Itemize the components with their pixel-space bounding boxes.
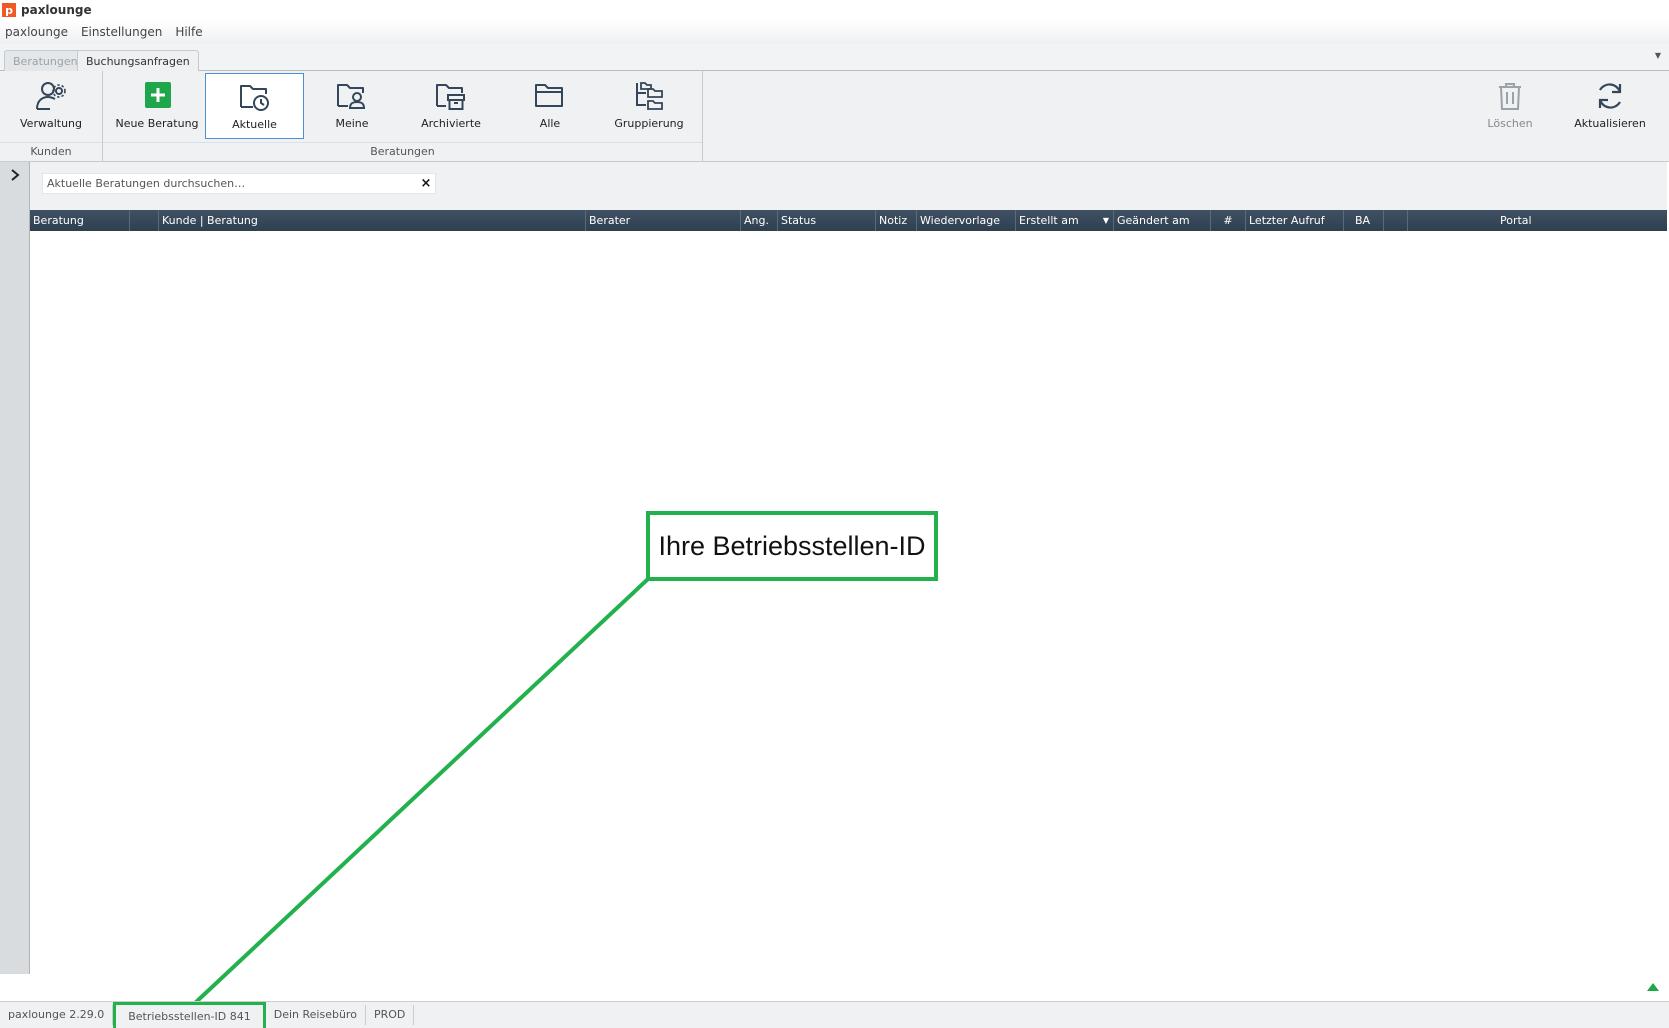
annotation-callout: Ihre Betriebsstellen-ID	[646, 511, 938, 581]
window-title: paxlounge	[21, 3, 92, 17]
column-header-status[interactable]: Status	[778, 210, 876, 231]
menu-paxlounge[interactable]: paxlounge	[5, 25, 68, 39]
ribbon-group-beratungen: Neue Beratung Aktuelle Meine Archivierte…	[103, 71, 703, 162]
tab-beratungen[interactable]: Beratungen	[4, 50, 87, 71]
grid-header: Beratung Kunde | Beratung Berater Ang. S…	[30, 210, 1667, 231]
meine-label: Meine	[335, 117, 369, 130]
verwaltung-label: Verwaltung	[20, 117, 82, 130]
column-header-erstellt-am-label: Erstellt am	[1019, 214, 1079, 227]
tab-buchungsanfragen[interactable]: Buchungsanfragen	[77, 50, 199, 71]
side-panel	[0, 162, 30, 974]
chevron-right-icon	[11, 169, 20, 181]
ribbon-group-kunden: Verwaltung Kunden	[0, 71, 103, 162]
alle-label: Alle	[539, 117, 561, 130]
folder-archive-icon	[436, 84, 465, 110]
group-label-kunden: Kunden	[0, 142, 102, 160]
column-header-beratung[interactable]: Beratung	[30, 210, 130, 231]
tab-dropdown-icon[interactable]: ▼	[1655, 51, 1661, 60]
title-bar: p paxlounge	[0, 0, 1669, 20]
folder-tree-icon	[636, 82, 663, 110]
menu-hilfe[interactable]: Hilfe	[175, 25, 202, 39]
archivierte-button[interactable]: Archivierte	[407, 73, 495, 139]
aktualisieren-button[interactable]: Aktualisieren	[1565, 73, 1655, 139]
menu-einstellungen[interactable]: Einstellungen	[81, 25, 162, 39]
search-bar: ×	[30, 162, 1667, 210]
scroll-up-icon[interactable]	[1645, 979, 1661, 993]
meine-button[interactable]: Meine	[308, 73, 396, 139]
neue-beratung-button[interactable]: Neue Beratung	[113, 73, 201, 139]
ribbon: Verwaltung Kunden Neue Beratung Aktuelle	[0, 71, 1669, 162]
column-header-geaendert-am[interactable]: Geändert am	[1114, 210, 1211, 231]
gruppierung-button[interactable]: Gruppierung	[605, 73, 693, 139]
grid-body	[30, 231, 1667, 974]
loeschen-label: Löschen	[1487, 117, 1533, 130]
ribbon-group-actions: Löschen Aktualisieren	[703, 71, 1667, 162]
user-gear-icon	[36, 82, 66, 110]
refresh-icon	[1598, 83, 1622, 109]
column-header-count[interactable]: #	[1211, 210, 1246, 231]
clear-search-icon[interactable]: ×	[418, 175, 434, 191]
group-label-beratungen: Beratungen	[103, 142, 702, 160]
column-header-kunde-beratung[interactable]: Kunde | Beratung	[159, 210, 586, 231]
folder-clock-icon	[239, 85, 269, 111]
status-environment: PROD	[366, 1005, 415, 1025]
verwaltung-button[interactable]: Verwaltung	[8, 73, 94, 139]
status-office: Dein Reisebüro	[266, 1005, 366, 1025]
aktuelle-label: Aktuelle	[232, 118, 277, 131]
status-version: paxlounge 2.29.0	[0, 1005, 114, 1025]
status-betriebsstelle-id: Betriebsstellen-ID 841	[113, 1001, 266, 1028]
aktuelle-button[interactable]: Aktuelle	[205, 73, 304, 139]
column-header-ang[interactable]: Ang.	[741, 210, 778, 231]
column-header-berater[interactable]: Berater	[586, 210, 741, 231]
column-header-wiedervorlage[interactable]: Wiedervorlage	[917, 210, 1016, 231]
column-header-erstellt-am[interactable]: Erstellt am ▼	[1016, 210, 1114, 231]
column-header-blank-1[interactable]	[130, 210, 159, 231]
expand-panel-button[interactable]	[6, 166, 24, 184]
trash-icon	[1499, 83, 1521, 110]
gruppierung-label: Gruppierung	[614, 117, 684, 130]
column-header-portal[interactable]: Portal	[1408, 210, 1667, 231]
add-icon	[145, 82, 171, 108]
status-bar: paxlounge 2.29.0 Betriebsstellen-ID 841 …	[0, 1001, 1669, 1028]
aktualisieren-label: Aktualisieren	[1574, 117, 1646, 130]
menu-bar: paxlounge Einstellungen Hilfe	[0, 20, 1669, 44]
sort-descending-icon: ▼	[1102, 216, 1109, 225]
column-header-ba[interactable]: BA	[1344, 210, 1384, 231]
search-input[interactable]	[42, 173, 436, 194]
folder-user-icon	[337, 84, 366, 109]
column-header-notiz[interactable]: Notiz	[876, 210, 917, 231]
tab-bar: Beratungen Buchungsanfragen ▼	[0, 44, 1669, 71]
column-header-letzter-aufruf[interactable]: Letzter Aufruf	[1246, 210, 1344, 231]
folder-icon	[535, 84, 563, 107]
alle-button[interactable]: Alle	[506, 73, 594, 139]
neue-beratung-label: Neue Beratung	[115, 117, 199, 130]
column-header-blank-2[interactable]	[1384, 210, 1408, 231]
app-logo-icon: p	[2, 3, 16, 17]
loeschen-button[interactable]: Löschen	[1470, 73, 1550, 139]
archivierte-label: Archivierte	[421, 117, 481, 130]
